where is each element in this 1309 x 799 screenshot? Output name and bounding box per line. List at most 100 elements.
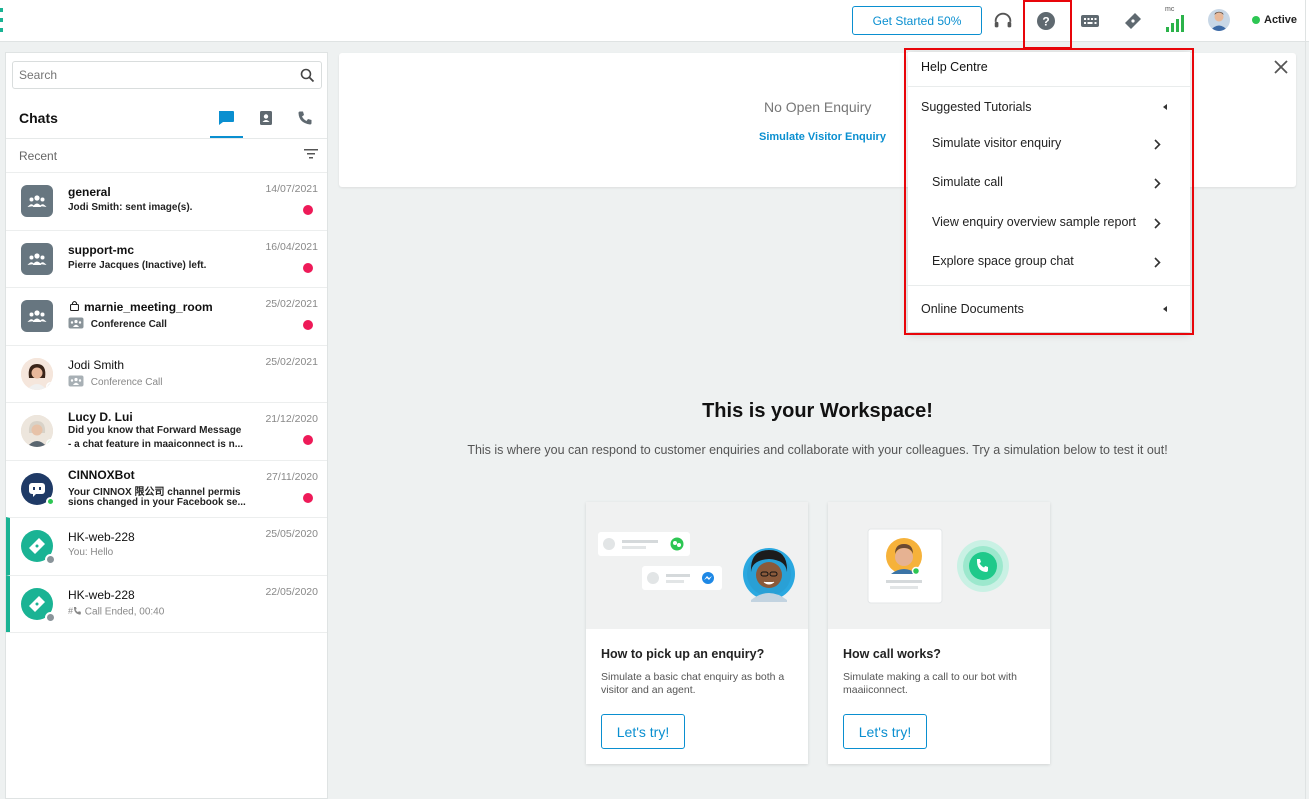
no-enquiry-text: No Open Enquiry [764, 99, 872, 115]
chat-name-row: marnie_meeting_room [69, 300, 213, 314]
chat-date: 25/02/2021 [265, 355, 318, 368]
chat-sidebar: Chats Recent general Jodi Smith: sent im… [5, 52, 328, 799]
chat-name: CINNOXBot [68, 467, 135, 482]
chat-list: general Jodi Smith: sent image(s). 14/07… [6, 172, 327, 633]
chat-list-item[interactable]: marnie_meeting_room Conference Call 25/0… [6, 287, 327, 345]
chat-preview: Conference Call [90, 376, 163, 388]
chats-tab[interactable] [216, 108, 236, 128]
bot-avatar [21, 472, 55, 506]
chat-name: Lucy D. Lui [68, 410, 133, 424]
card-title: How to pick up an enquiry? [601, 647, 765, 661]
call-ended-icon: # [68, 605, 82, 619]
search-input[interactable] [19, 68, 289, 82]
keypad-icon[interactable] [1078, 9, 1102, 33]
card-description: Simulate a basic chat enquiry as both a … [601, 671, 785, 696]
lock-icon [69, 300, 80, 314]
presence-dot [46, 439, 53, 447]
card-description: Simulate making a call to our bot with m… [843, 671, 1017, 696]
chat-list-item[interactable]: Jodi Smith Conference Call 25/02/2021 [6, 344, 327, 403]
close-icon[interactable] [1272, 58, 1290, 76]
chat-list-item[interactable]: Lucy D. Lui Did you know that Forward Me… [6, 402, 327, 460]
enquiry-tutorial-card: How to pick up an enquiry? Simulate a ba… [586, 502, 808, 764]
chats-title: Chats [19, 110, 58, 126]
presence-dot [46, 496, 55, 506]
divider [6, 632, 327, 633]
call-tutorial-card: How call works? Simulate making a call t… [828, 502, 1050, 764]
user-avatar[interactable] [1208, 9, 1230, 31]
signal-icon: mc [1164, 6, 1188, 32]
globe-icon [45, 611, 56, 623]
divider [1305, 0, 1306, 799]
contacts-tab[interactable] [256, 108, 276, 128]
headset-icon[interactable] [991, 9, 1015, 33]
chat-name: general [68, 185, 111, 199]
unread-badge [303, 492, 313, 503]
logo-mark [0, 8, 4, 32]
chat-preview: Your CINNOX 限公司 channel permis [68, 486, 241, 498]
chat-list-item[interactable]: general Jodi Smith: sent image(s). 14/07… [6, 172, 327, 230]
chat-preview-line2: - a chat feature in maaiconnect is n... [68, 439, 244, 450]
top-bar: Get Started 50% ? mc Active [0, 0, 1309, 42]
conference-icon [68, 317, 84, 332]
ticket-icon[interactable] [1121, 9, 1145, 33]
help-menu-highlight [904, 48, 1194, 335]
chat-date: 22/05/2020 [265, 585, 318, 598]
calls-tab[interactable] [295, 108, 315, 128]
chat-preview-row: # Call Ended, 00:40 [68, 605, 164, 619]
status-indicator[interactable]: Active [1252, 14, 1297, 26]
chat-date: 14/07/2021 [265, 183, 318, 195]
chat-name: support-mc [68, 242, 134, 257]
lets-try-button[interactable]: Let's try! [601, 714, 685, 749]
presence-dot [46, 381, 53, 390]
unread-badge [303, 262, 313, 273]
chat-preview-row: Conference Call [68, 375, 163, 390]
chat-date: 25/02/2021 [265, 298, 318, 310]
status-dot [1252, 16, 1260, 24]
search-icon[interactable] [300, 68, 315, 88]
chat-preview: Jodi Smith: sent image(s). [68, 202, 193, 213]
call-illustration [828, 502, 1050, 629]
status-label: Active [1264, 14, 1298, 26]
lets-try-button[interactable]: Let's try! [843, 714, 927, 749]
get-started-button[interactable]: Get Started 50% [852, 6, 982, 35]
chat-preview: Conference Call [90, 319, 167, 331]
simulate-visitor-enquiry-link[interactable]: Simulate Visitor Enquiry [759, 131, 886, 143]
unread-badge [303, 320, 313, 330]
web-visitor-avatar [21, 530, 56, 565]
unread-badge [303, 205, 313, 215]
chat-illustration [586, 502, 808, 629]
chat-name: HK-web-228 [68, 530, 135, 544]
group-avatar [21, 242, 53, 275]
workspace-subtitle: This is where you can respond to custome… [467, 443, 1168, 457]
chat-preview-row: Conference Call [68, 317, 167, 332]
chat-list-item[interactable]: HK-web-228 # Call Ended, 00:40 22/05/202… [6, 574, 327, 632]
workspace-title: This is your Workspace! [702, 400, 933, 422]
web-visitor-avatar [21, 587, 56, 623]
chat-preview: Did you know that Forward Message [68, 425, 242, 436]
chat-preview-line2: sions changed in your Facebook se... [68, 496, 246, 508]
chat-list-item[interactable]: CINNOXBot Your CINNOX 限公司 channel permis… [6, 459, 327, 518]
chat-preview: Call Ended, 00:40 [84, 606, 165, 618]
chat-preview: You: Hello [68, 547, 114, 558]
chat-name: Jodi Smith [68, 357, 125, 372]
svg-text:#: # [68, 606, 73, 616]
chat-date: 27/11/2020 [266, 470, 318, 483]
help-icon-highlight [1023, 0, 1072, 49]
chat-list-item[interactable]: support-mc Pierre Jacques (Inactive) lef… [6, 229, 327, 288]
group-avatar [21, 300, 53, 332]
chat-date: 25/05/2020 [265, 528, 318, 540]
divider [6, 138, 327, 139]
chat-list-item[interactable]: HK-web-228 You: Hello 25/05/2020 [6, 517, 327, 575]
group-avatar [21, 185, 53, 217]
chat-name: HK-web-228 [68, 587, 135, 602]
chat-preview: Pierre Jacques (Inactive) left. [68, 259, 207, 271]
search-box[interactable] [12, 61, 322, 89]
chat-date: 21/12/2020 [265, 413, 318, 425]
card-title: How call works? [843, 647, 941, 661]
filter-icon[interactable] [304, 147, 318, 165]
chat-date: 16/04/2021 [265, 240, 318, 253]
conference-icon [68, 375, 84, 390]
contact-avatar [21, 415, 53, 447]
chat-name: marnie_meeting_room [84, 300, 213, 314]
signal-label: mc [1165, 6, 1175, 13]
